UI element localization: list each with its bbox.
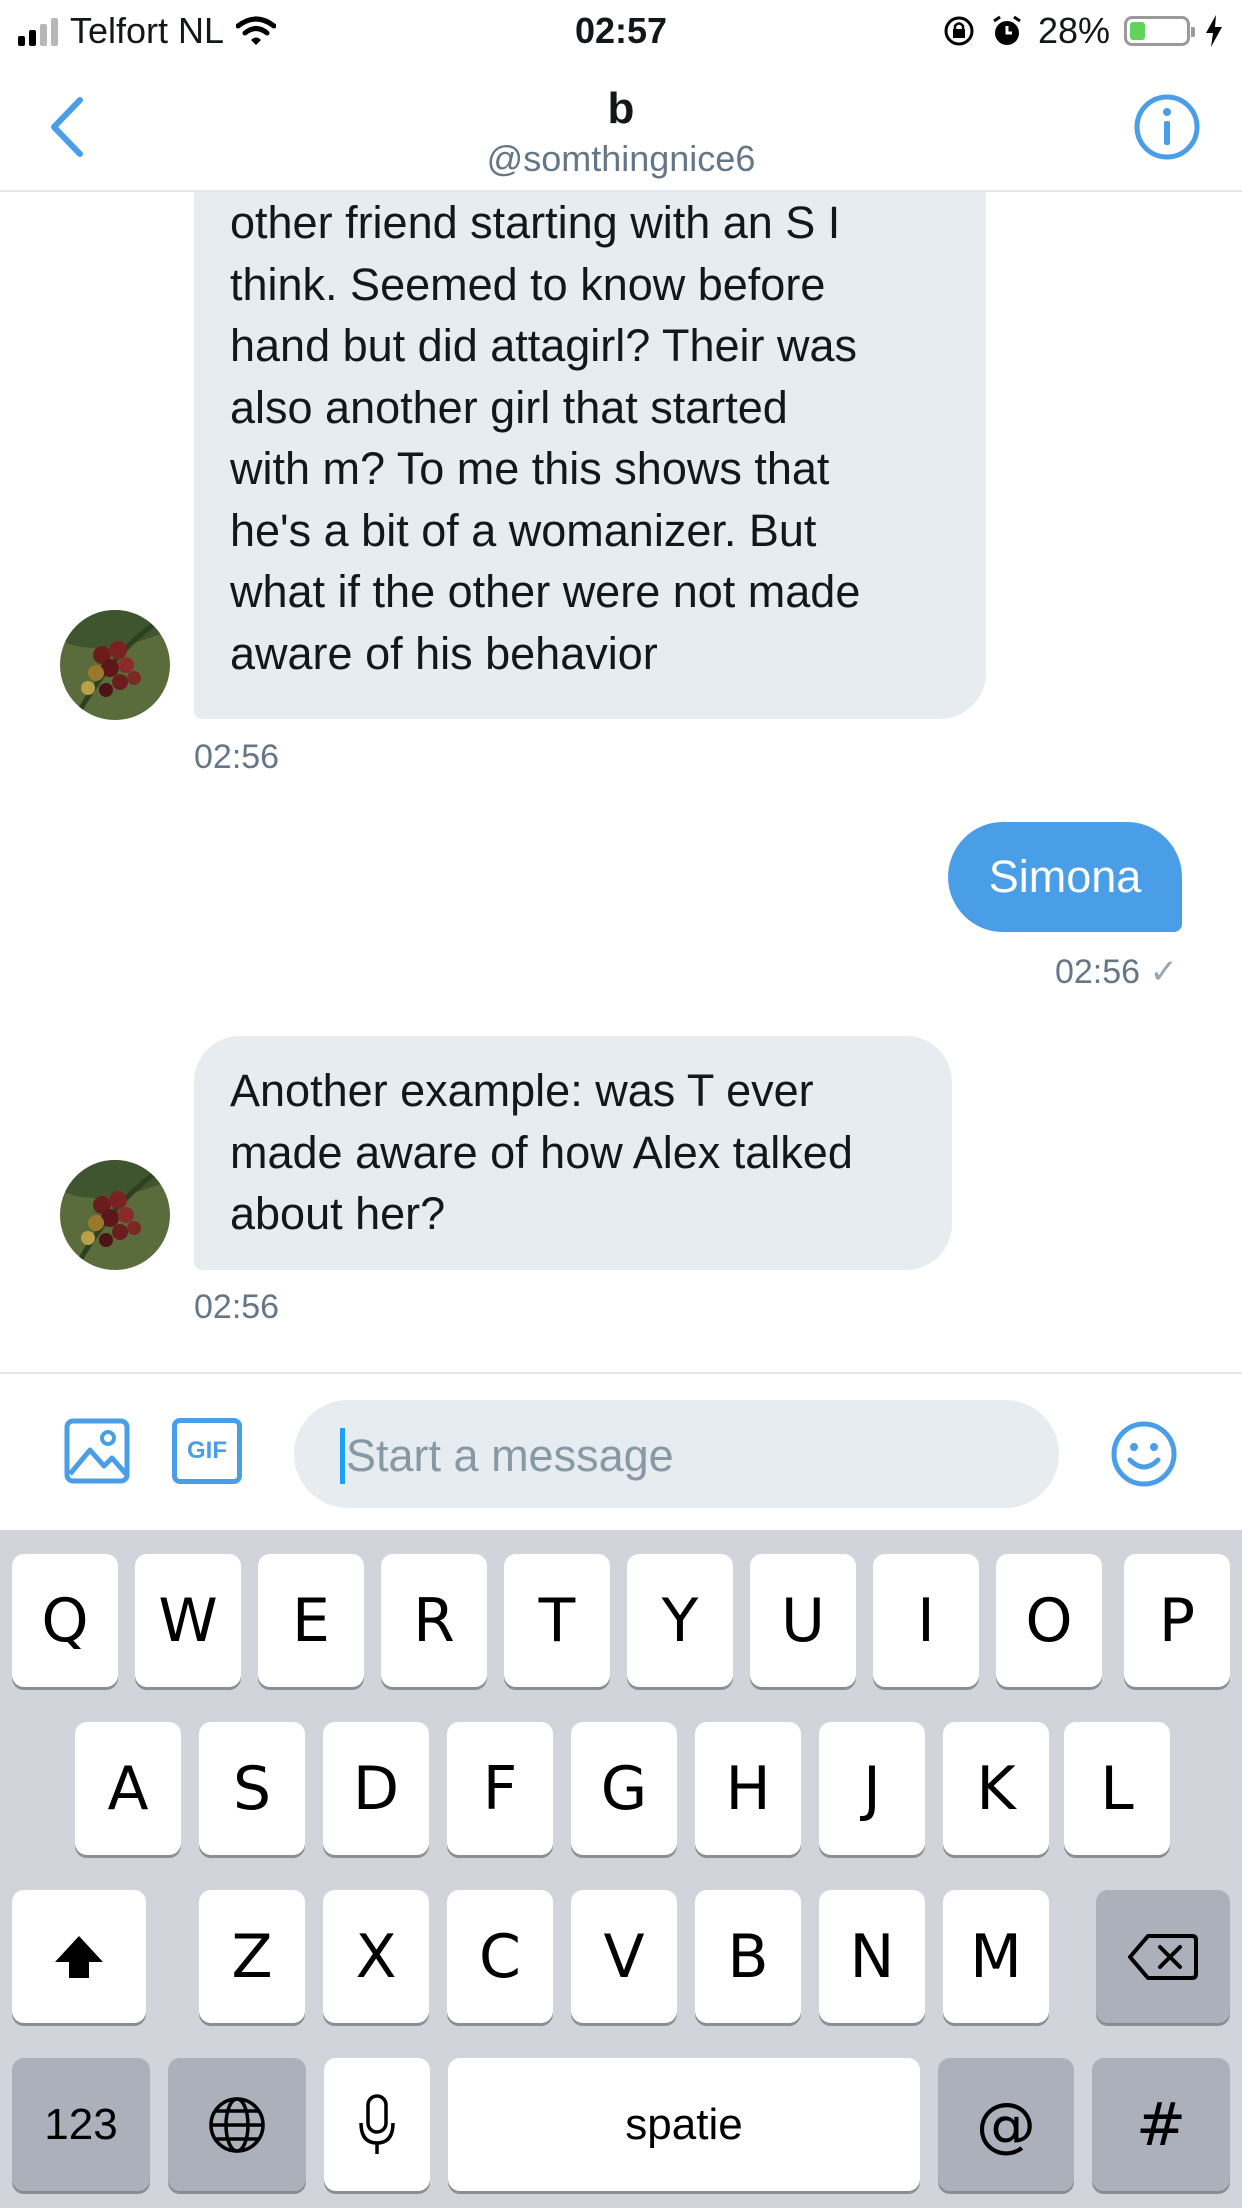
key-j[interactable]: J	[819, 1722, 925, 1855]
keyboard: Q W E R T Y U I O P A S D F G H J K L Z …	[0, 1530, 1242, 2208]
conversation-name: b	[607, 84, 635, 133]
key-t[interactable]: T	[504, 1554, 610, 1687]
message-line: also another girl that started	[230, 381, 788, 433]
dictation-key[interactable]	[324, 2058, 430, 2191]
message-line: what if the other were not made	[230, 566, 861, 617]
numbers-key[interactable]: 123	[12, 2058, 150, 2191]
space-key[interactable]: spatie	[448, 2058, 920, 2191]
delete-key[interactable]	[1096, 1890, 1230, 2023]
key-e[interactable]: E	[258, 1554, 364, 1687]
key-q[interactable]: Q	[12, 1554, 118, 1687]
shift-key[interactable]	[12, 1890, 146, 2023]
message-timestamp: 02:56	[194, 1288, 280, 1326]
microphone-icon	[359, 2093, 395, 2154]
gif-button[interactable]: GIF	[172, 1418, 242, 1484]
key-l[interactable]: L	[1064, 1722, 1170, 1855]
key-s[interactable]: S	[199, 1722, 305, 1855]
battery-percent: 28%	[1037, 10, 1110, 51]
orientation-lock-icon	[944, 16, 974, 46]
status-bar: Telfort NL 02:57 28%	[0, 0, 1242, 62]
key-x[interactable]: X	[323, 1890, 429, 2023]
key-d[interactable]: D	[323, 1722, 429, 1855]
message-timestamp: 02:56	[194, 738, 280, 776]
key-u[interactable]: U	[750, 1554, 856, 1687]
key-p[interactable]: P	[1124, 1554, 1230, 1687]
emoji-button[interactable]	[1110, 1420, 1178, 1488]
avatar-image	[60, 610, 170, 720]
globe-icon	[209, 2096, 265, 2153]
globe-key[interactable]	[168, 2058, 306, 2191]
message-line: about her?	[230, 1188, 446, 1239]
message-composer: GIF Start a message	[0, 1372, 1242, 1530]
key-y[interactable]: Y	[627, 1554, 733, 1687]
sent-check-icon: ✓	[1149, 953, 1179, 991]
key-v[interactable]: V	[571, 1890, 677, 2023]
outgoing-message[interactable]: Simona	[948, 822, 1182, 932]
message-list[interactable]: other friend starting with an S I think.…	[0, 192, 1242, 1372]
key-c[interactable]: C	[447, 1890, 553, 2023]
avatar-image	[60, 1160, 170, 1270]
message-input[interactable]: Start a message	[294, 1400, 1059, 1508]
key-k[interactable]: K	[943, 1722, 1049, 1855]
battery-fill	[1130, 22, 1146, 40]
key-f[interactable]: F	[447, 1722, 553, 1855]
message-time: 02:56	[1054, 953, 1141, 991]
gif-label: GIF	[187, 1437, 227, 1464]
key-r[interactable]: R	[381, 1554, 487, 1687]
message-placeholder: Start a message	[346, 1430, 674, 1481]
key-a[interactable]: A	[75, 1722, 181, 1855]
message-line: he's a bit of a womanizer. But	[230, 504, 817, 556]
avatar[interactable]	[60, 610, 170, 720]
charging-bolt-icon	[1206, 15, 1222, 47]
image-button[interactable]	[64, 1418, 130, 1484]
conversation-header: b @somthingnice6	[0, 62, 1242, 192]
message-line: other friend starting with an S I	[230, 197, 841, 248]
conversation-handle: @somthingnice6	[486, 138, 756, 179]
message-line: aware of his behavior	[230, 627, 658, 679]
key-w[interactable]: W	[135, 1554, 241, 1687]
key-o[interactable]: O	[996, 1554, 1102, 1687]
message-line: with m? To me this shows that	[230, 443, 830, 494]
shift-icon	[55, 1935, 103, 1978]
alarm-icon	[993, 15, 1021, 45]
at-key[interactable]: @	[938, 2058, 1074, 2191]
message-line: made aware of how Alex talked	[230, 1126, 853, 1178]
avatar[interactable]	[60, 1160, 170, 1270]
backspace-icon	[1128, 1933, 1198, 1980]
message-line: hand but did attagirl? Their was	[230, 320, 858, 371]
hash-key[interactable]: #	[1092, 2058, 1230, 2191]
incoming-message[interactable]: Another example: was T ever made aware o…	[194, 1036, 952, 1270]
text-cursor	[340, 1428, 345, 1484]
message-line: think. Seemed to know before	[230, 258, 826, 310]
incoming-message[interactable]: other friend starting with an S I think.…	[194, 192, 986, 719]
key-n[interactable]: N	[819, 1890, 925, 2023]
key-h[interactable]: H	[695, 1722, 801, 1855]
info-button[interactable]	[1132, 92, 1202, 162]
key-m[interactable]: M	[943, 1890, 1049, 2023]
battery-icon	[1124, 16, 1195, 46]
message-timestamp: 02:56 ✓	[1055, 952, 1178, 992]
message-text: Simona	[988, 851, 1142, 902]
key-i[interactable]: I	[873, 1554, 979, 1687]
key-b[interactable]: B	[695, 1890, 801, 2023]
key-g[interactable]: G	[571, 1722, 677, 1855]
status-right: 28%	[942, 10, 1224, 52]
message-line: Another example: was T ever	[230, 1065, 814, 1116]
key-z[interactable]: Z	[199, 1890, 305, 2023]
